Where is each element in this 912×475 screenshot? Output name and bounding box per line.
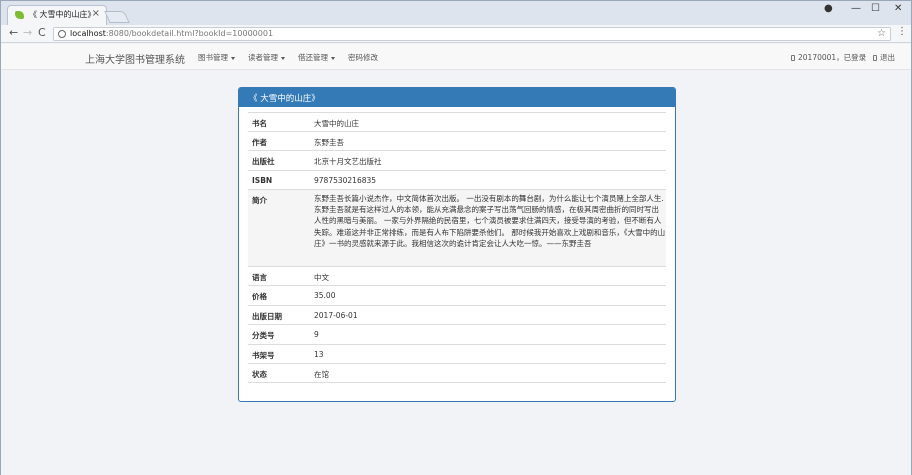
book-detail-panel: 《 大雪中的山庄》 书名 大雪中的山庄 作者 东野圭吾 出版社 北京十月文艺出版… <box>238 87 676 402</box>
caret-down-icon <box>281 56 285 60</box>
price-value: 35.00 <box>314 291 336 300</box>
table-row: 出版日期 2017-06-01 <box>248 305 666 324</box>
row-label: 书架号 <box>252 351 275 360</box>
page-content: 上海大学图书管理系统 图书管理 读者管理 借还管理 密码修改 20170001，… <box>1 44 911 475</box>
nav-borrow-return[interactable]: 借还管理 <box>298 52 335 63</box>
shelf-number-value: 13 <box>314 350 324 359</box>
caret-down-icon <box>331 56 335 60</box>
address-bar[interactable]: localhost:8080/bookdetail.html?bookId=10… <box>53 27 891 41</box>
close-tab-icon[interactable]: × <box>92 8 100 19</box>
nav-change-password[interactable]: 密码修改 <box>348 52 378 63</box>
browser-tab[interactable]: 《 大雪中的山庄》 × <box>7 5 107 25</box>
table-row: 出版社 北京十月文艺出版社 <box>248 150 666 170</box>
logout-link[interactable]: 退出 <box>873 52 895 63</box>
status-value: 在馆 <box>314 370 329 379</box>
panel-heading: 《 大雪中的山庄》 <box>239 88 675 107</box>
publisher-value: 北京十月文艺出版社 <box>314 157 382 166</box>
isbn-value: 9787530216835 <box>314 176 377 185</box>
book-title-value: 大雪中的山庄 <box>314 119 359 128</box>
tab-title: 《 大雪中的山庄》 <box>29 10 96 19</box>
menu-icon[interactable]: ⋮ <box>897 26 907 37</box>
table-row: 分类号 9 <box>248 324 666 344</box>
info-icon[interactable] <box>58 30 66 38</box>
back-arrow-icon[interactable]: ← <box>9 26 18 39</box>
new-tab-button[interactable] <box>104 11 130 23</box>
logout-icon <box>873 55 877 61</box>
book-detail-table: 书名 大雪中的山庄 作者 东野圭吾 出版社 北京十月文艺出版社 ISBN 978… <box>248 112 666 383</box>
user-icon <box>791 55 795 61</box>
browser-window: 《 大雪中的山庄》 × ● — ☐ ✕ ← → C localhost:8080… <box>0 0 912 475</box>
nav-reader-management[interactable]: 读者管理 <box>248 52 285 63</box>
url-text: localhost:8080/bookdetail.html?bookId=10… <box>70 29 274 38</box>
row-label: 出版日期 <box>252 312 282 321</box>
table-row: 书架号 13 <box>248 344 666 363</box>
row-label: 语言 <box>252 273 267 282</box>
language-value: 中文 <box>314 273 329 282</box>
profile-icon[interactable]: ● <box>824 3 833 14</box>
table-row: 作者 东野圭吾 <box>248 131 666 150</box>
nav-book-management[interactable]: 图书管理 <box>198 52 235 63</box>
reload-icon[interactable]: C <box>38 26 46 39</box>
close-window-icon[interactable]: ✕ <box>894 3 902 14</box>
table-row: 语言 中文 <box>248 266 666 285</box>
row-label: 书名 <box>252 119 267 128</box>
row-label: 简介 <box>252 196 267 205</box>
row-label: 作者 <box>252 138 267 147</box>
table-row: 简介 东野圭吾长篇小说杰作，中文简体首次出版。 一出没有剧本的舞台剧，为什么能让… <box>248 189 666 266</box>
class-number-value: 9 <box>314 330 319 339</box>
user-status[interactable]: 20170001，已登录 <box>791 52 866 63</box>
row-label: 出版社 <box>252 157 275 166</box>
table-row: 价格 35.00 <box>248 285 666 305</box>
row-label: 状态 <box>252 370 267 379</box>
author-value: 东野圭吾 <box>314 138 344 147</box>
panel-title: 《 大雪中的山庄》 <box>249 94 320 104</box>
minimize-icon[interactable]: — <box>851 3 861 14</box>
publish-date-value: 2017-06-01 <box>314 311 358 320</box>
site-brand[interactable]: 上海大学图书管理系统 <box>85 51 185 66</box>
maximize-icon[interactable]: ☐ <box>871 3 880 14</box>
table-row: 状态 在馆 <box>248 363 666 383</box>
row-label: ISBN <box>252 176 273 185</box>
row-label: 价格 <box>252 292 267 301</box>
leaf-icon <box>15 11 24 19</box>
caret-down-icon <box>231 56 235 60</box>
row-label: 分类号 <box>252 331 275 340</box>
site-navbar: 上海大学图书管理系统 图书管理 读者管理 借还管理 密码修改 20170001，… <box>1 44 911 70</box>
introduction-value: 东野圭吾长篇小说杰作，中文简体首次出版。 一出没有剧本的舞台剧，为什么能让七个演… <box>314 194 666 248</box>
browser-toolbar: ← → C localhost:8080/bookdetail.html?boo… <box>1 25 911 43</box>
forward-arrow-icon[interactable]: → <box>23 26 32 39</box>
table-row: 书名 大雪中的山庄 <box>248 112 666 131</box>
title-bar: 《 大雪中的山庄》 × ● — ☐ ✕ <box>1 1 911 25</box>
star-icon[interactable]: ☆ <box>877 28 886 39</box>
table-row: ISBN 9787530216835 <box>248 170 666 189</box>
